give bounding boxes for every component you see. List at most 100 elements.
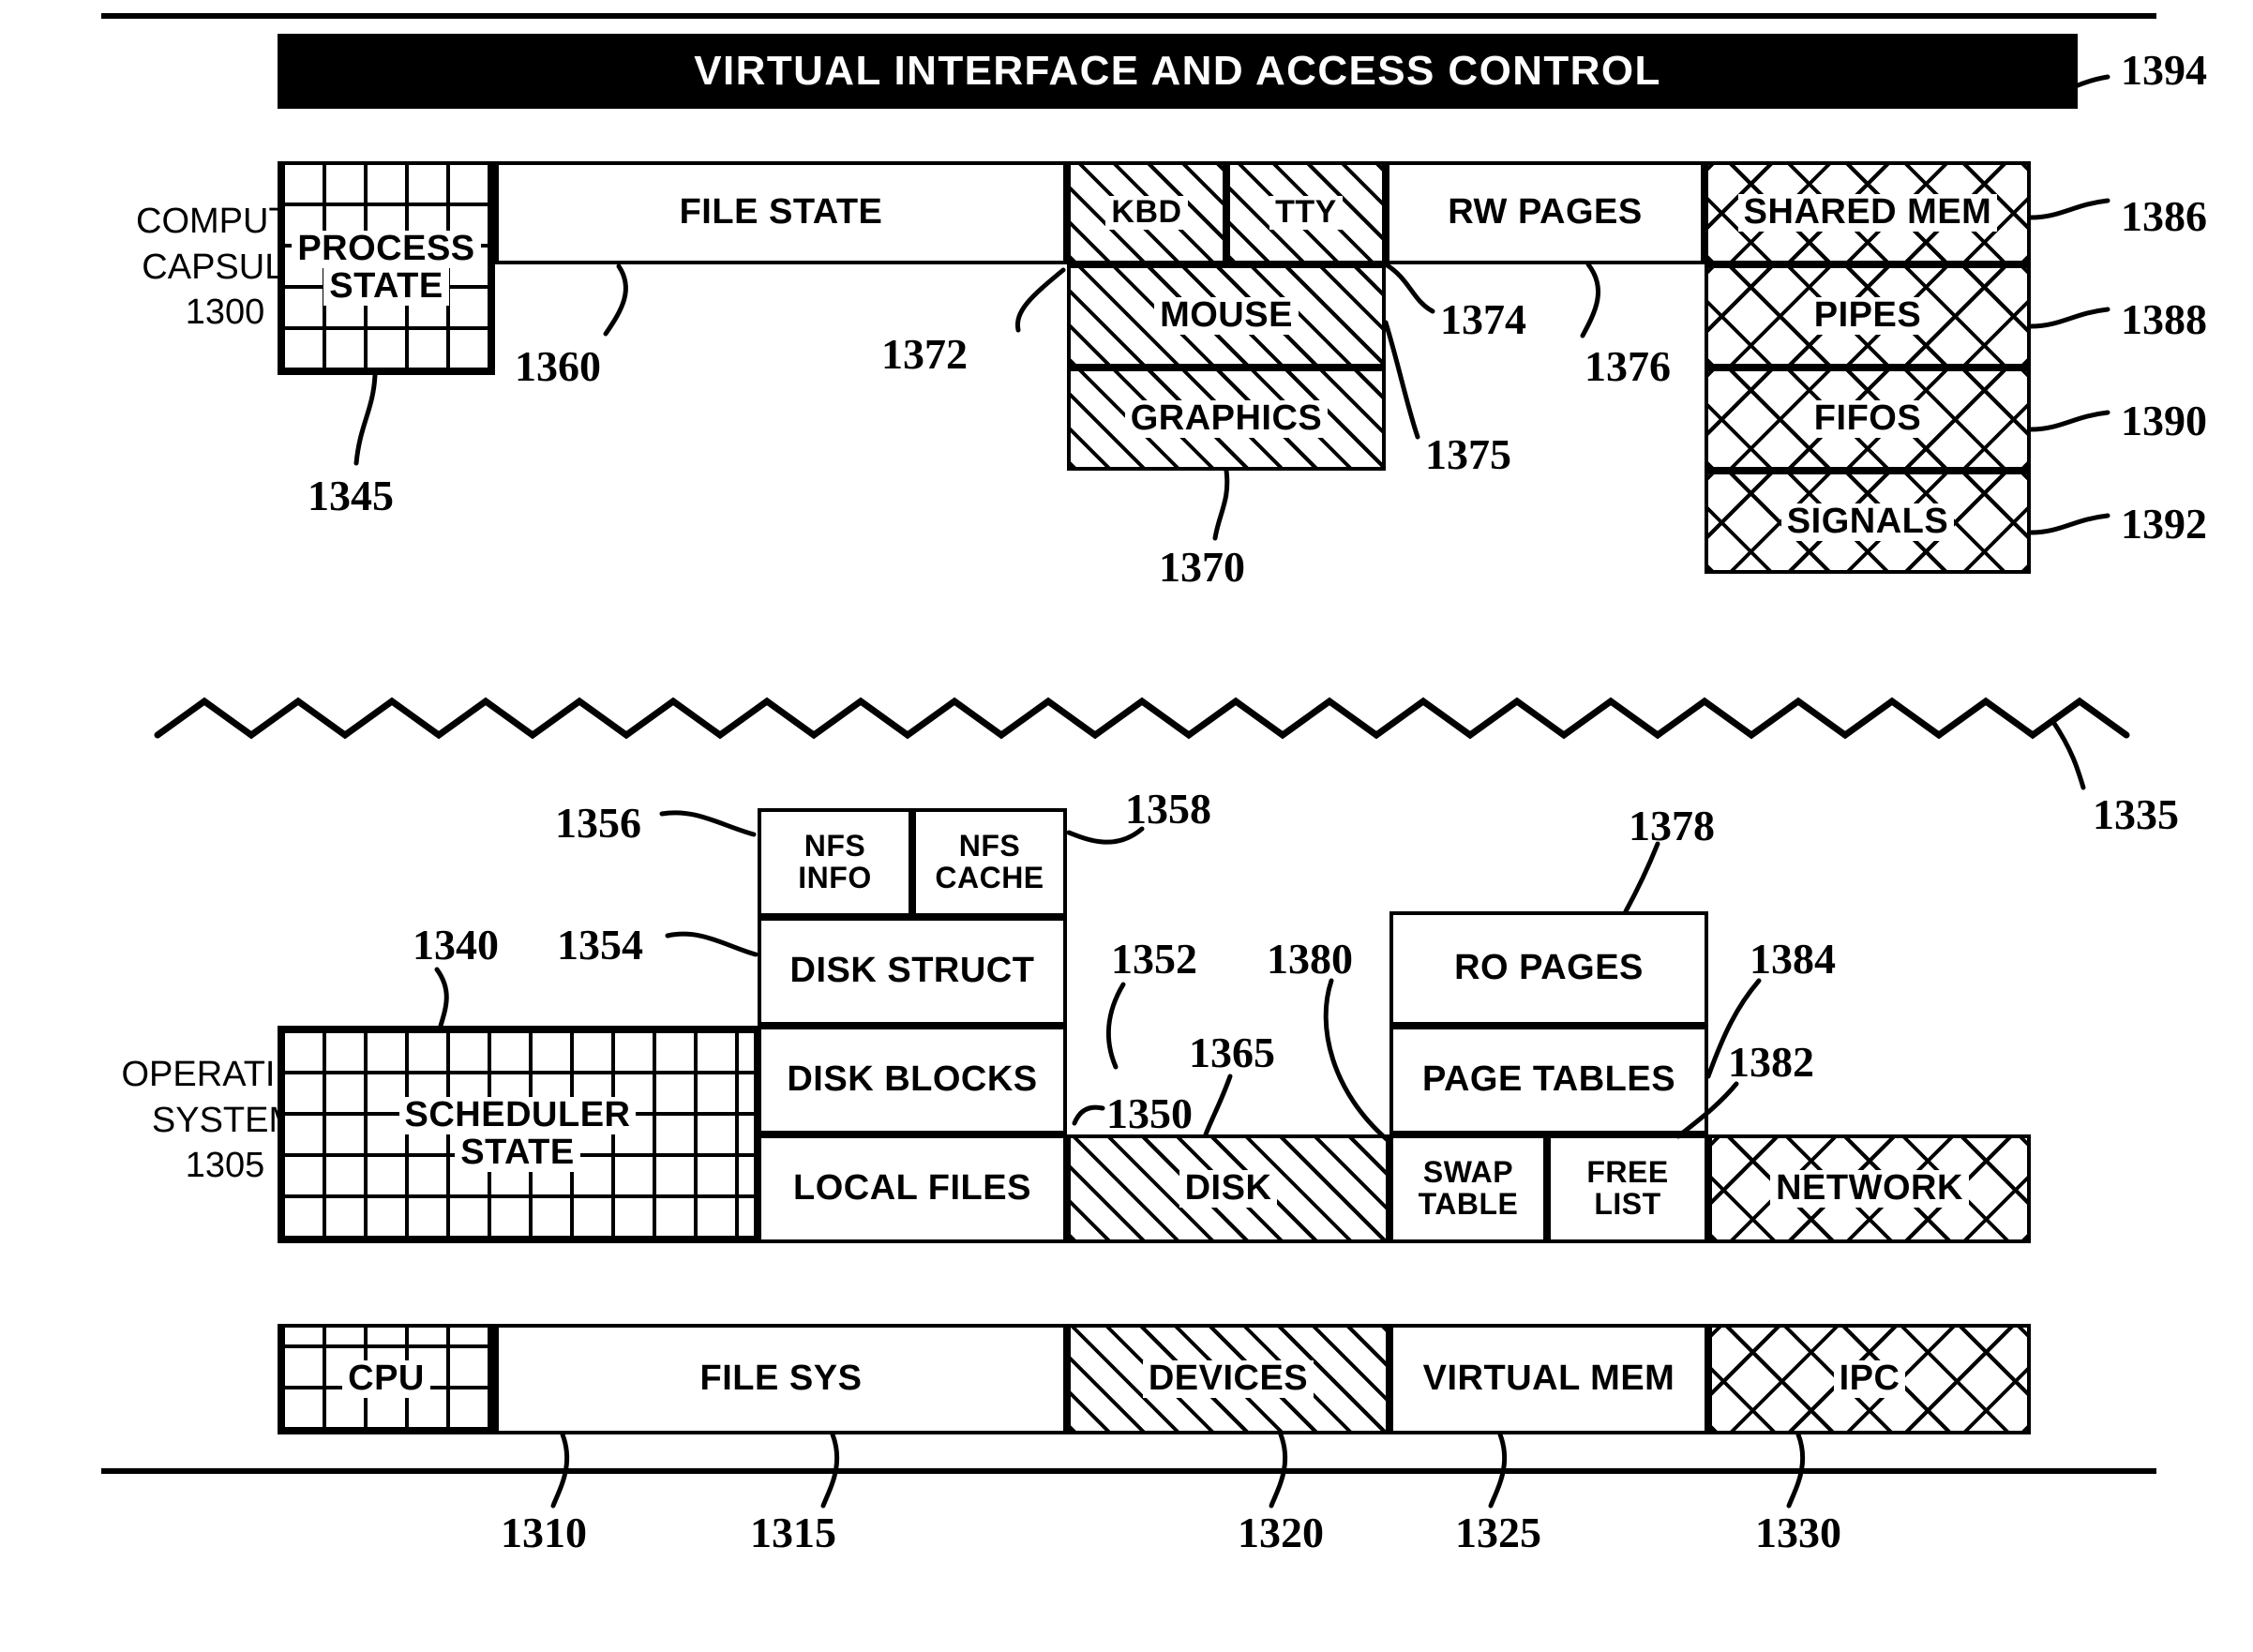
ref-1360: 1360	[515, 342, 601, 390]
kbd-label: KBD	[1105, 195, 1188, 230]
nfs-cache-label-line1: NFS	[958, 829, 1021, 864]
patent-figure: VIRTUAL INTERFACE AND ACCESS CONTROL COM…	[0, 0, 2253, 1652]
process-state-label-line1: PROCESS	[292, 230, 481, 268]
swap-table-label-line1: SWAP	[1422, 1155, 1514, 1190]
page-tables-label: PAGE TABLES	[1421, 1059, 1676, 1100]
local-files-label: LOCAL FILES	[793, 1168, 1031, 1209]
leader-1335	[2050, 719, 2086, 790]
cpu-box: CPU	[278, 1324, 495, 1434]
ref-1376: 1376	[1585, 342, 1671, 390]
virtual-mem-box: VIRTUAL MEM	[1389, 1324, 1708, 1434]
leader-1380	[1323, 978, 1390, 1143]
ref-1352: 1352	[1111, 935, 1197, 983]
ref-1374: 1374	[1440, 295, 1526, 343]
file-state-label: FILE STATE	[679, 192, 883, 233]
rw-pages-box: RW PAGES	[1386, 161, 1705, 264]
bottom-rule	[101, 1468, 2156, 1474]
swap-table-label-line2: TABLE	[1418, 1187, 1519, 1221]
free-list-label-line1: FREE	[1586, 1155, 1669, 1190]
ref-1378: 1378	[1629, 802, 1715, 849]
ref-1320: 1320	[1238, 1509, 1324, 1556]
disk-blocks-label: DISK BLOCKS	[787, 1059, 1038, 1100]
leader-1365	[1203, 1074, 1233, 1137]
mouse-label: MOUSE	[1154, 296, 1299, 335]
ref-1372: 1372	[881, 330, 968, 378]
file-sys-box: FILE SYS	[495, 1324, 1067, 1434]
signals-label: SIGNALS	[1780, 503, 1955, 541]
tty-label: TTY	[1269, 195, 1343, 230]
kbd-box: KBD	[1067, 161, 1226, 264]
ref-1315: 1315	[750, 1509, 836, 1556]
nfs-cache-box: NFS CACHE	[912, 808, 1067, 917]
leader-1388	[2028, 307, 2110, 329]
free-list-label-line2: LIST	[1594, 1187, 1661, 1221]
ref-1310: 1310	[501, 1509, 587, 1556]
shared-mem-label: SHARED MEM	[1737, 193, 1998, 232]
leader-1376	[1580, 262, 1601, 338]
ref-1345: 1345	[308, 472, 394, 519]
disk-box: DISK	[1067, 1134, 1389, 1243]
leader-1390	[2028, 410, 2110, 432]
ref-1354: 1354	[557, 921, 643, 969]
page-tables-box: PAGE TABLES	[1389, 1026, 1708, 1134]
signals-box: SIGNALS	[1705, 471, 2031, 574]
fifos-box: FIFOS	[1705, 368, 2031, 471]
virtual-mem-label: VIRTUAL MEM	[1422, 1359, 1675, 1399]
ref-1365: 1365	[1189, 1029, 1275, 1076]
swap-table-box: SWAP TABLE	[1389, 1134, 1547, 1243]
fifos-label: FIFOS	[1808, 399, 1928, 438]
devices-label: DEVICES	[1142, 1359, 1314, 1398]
process-state-box: PROCESS STATE	[278, 161, 495, 375]
disk-struct-label: DISK STRUCT	[789, 951, 1035, 991]
leader-1360	[603, 263, 628, 337]
leader-1345	[353, 372, 378, 466]
ref-1390: 1390	[2121, 397, 2207, 444]
shared-mem-box: SHARED MEM	[1705, 161, 2031, 264]
scheduler-state-box: SCHEDULER STATE	[278, 1026, 758, 1243]
zigzag-break-line	[154, 697, 2130, 740]
ro-pages-box: RO PAGES	[1389, 911, 1708, 1026]
virtual-interface-header-bar: VIRTUAL INTERFACE AND ACCESS CONTROL	[278, 34, 2078, 109]
leader-1378	[1623, 841, 1660, 914]
cpu-label: CPU	[342, 1359, 430, 1398]
nfs-cache-label-line2: CACHE	[935, 861, 1044, 894]
pipes-label: PIPES	[1808, 296, 1928, 335]
network-label: NETWORK	[1770, 1169, 1969, 1208]
ref-1375: 1375	[1425, 430, 1511, 478]
leader-1392	[2028, 513, 2110, 535]
tty-box: TTY	[1226, 161, 1386, 264]
leader-1350	[1072, 1104, 1105, 1126]
leader-1374	[1383, 262, 1435, 314]
devices-box: DEVICES	[1067, 1324, 1389, 1434]
graphics-label: GRAPHICS	[1124, 399, 1329, 438]
rw-pages-label: RW PAGES	[1448, 192, 1643, 233]
nfs-info-label-line1: NFS	[804, 829, 866, 864]
ref-1380: 1380	[1267, 935, 1353, 983]
ref-1350: 1350	[1106, 1089, 1193, 1137]
leader-1370	[1212, 468, 1230, 541]
header-bar-label: VIRTUAL INTERFACE AND ACCESS CONTROL	[694, 48, 1661, 94]
disk-label: DISK	[1179, 1169, 1278, 1208]
ref-1330: 1330	[1755, 1509, 1841, 1556]
ref-1335: 1335	[2093, 790, 2179, 838]
free-list-box: FREE LIST	[1547, 1134, 1708, 1243]
ref-1392: 1392	[2121, 500, 2207, 548]
ref-1386: 1386	[2121, 192, 2207, 240]
nfs-info-label-line2: INFO	[798, 861, 872, 894]
graphics-box: GRAPHICS	[1067, 368, 1386, 471]
top-rule	[101, 13, 2156, 19]
nfs-info-box: NFS INFO	[758, 808, 912, 917]
disk-blocks-box: DISK BLOCKS	[758, 1026, 1067, 1134]
pipes-box: PIPES	[1705, 264, 2031, 368]
ipc-label: IPC	[1833, 1359, 1906, 1398]
ref-1356: 1356	[555, 799, 641, 847]
process-state-label-line2: STATE	[323, 267, 449, 306]
ref-1388: 1388	[2121, 295, 2207, 343]
ipc-box: IPC	[1708, 1324, 2031, 1434]
ref-1384: 1384	[1750, 935, 1836, 983]
mouse-box: MOUSE	[1067, 264, 1386, 368]
network-box: NETWORK	[1708, 1134, 2031, 1243]
ref-1382: 1382	[1728, 1038, 1814, 1086]
ref-1394: 1394	[2121, 46, 2207, 94]
leader-1375	[1383, 320, 1420, 440]
